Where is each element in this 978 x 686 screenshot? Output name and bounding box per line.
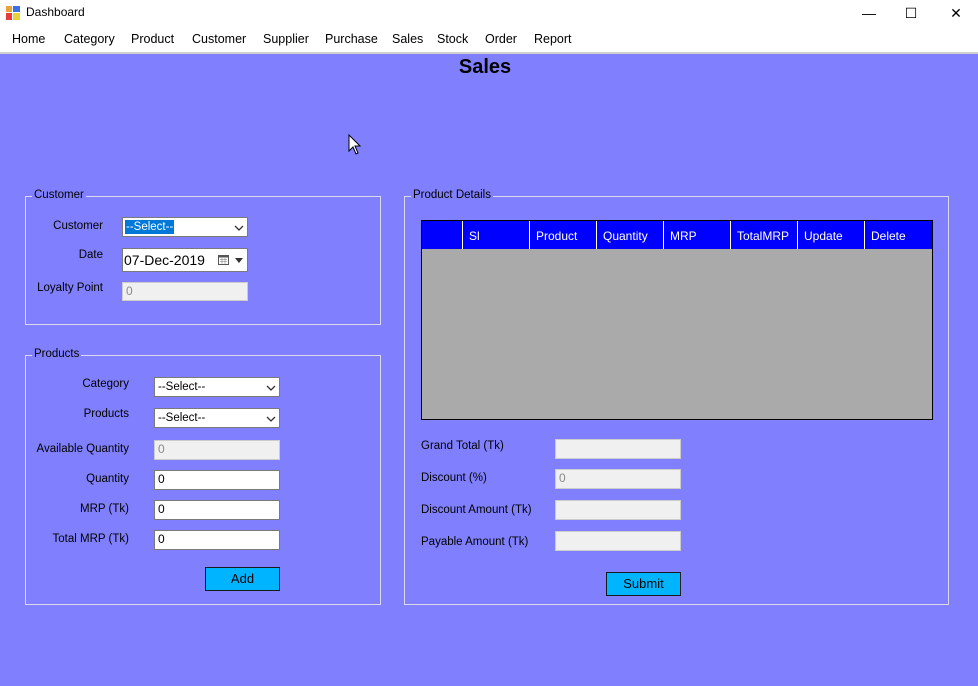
minimize-button[interactable]: — (846, 0, 892, 26)
products-select-value: --Select-- (158, 412, 206, 424)
menu-report[interactable]: Report (534, 32, 572, 46)
menu-customer[interactable]: Customer (192, 32, 246, 46)
product-details-legend: Product Details (411, 189, 493, 201)
product-details-grid[interactable]: Sl Product Quantity MRP TotalMRP Update … (421, 220, 933, 420)
customer-label: Customer (53, 220, 103, 232)
products-label: Products (83, 408, 129, 420)
dropdown-arrow-icon (266, 416, 276, 422)
discount-field[interactable]: 0 (555, 469, 681, 489)
category-select-value: --Select-- (158, 381, 206, 393)
customer-select-value: --Select-- (125, 220, 175, 234)
mrp-label: MRP (Tk) (80, 503, 129, 515)
payable-amount-label: Payable Amount (Tk) (421, 536, 529, 548)
available-quantity-field[interactable]: 0 (154, 440, 280, 460)
grand-total-label: Grand Total (Tk) (421, 440, 504, 452)
sales-form: Sales Customer Customer --Select-- Date … (0, 54, 978, 686)
dropdown-arrow-icon (266, 385, 276, 391)
page-title: Sales (458, 56, 512, 78)
mouse-cursor-icon (348, 134, 362, 155)
dropdown-arrow-icon (234, 225, 244, 231)
grand-total-field[interactable] (555, 439, 681, 459)
menu-supplier[interactable]: Supplier (263, 32, 309, 46)
grid-column-product[interactable]: Product (529, 221, 596, 249)
app-icon (6, 6, 20, 20)
quantity-label: Quantity (86, 473, 129, 485)
customer-group: Customer Customer --Select-- Date 07-Dec… (25, 189, 381, 325)
window-title: Dashboard (26, 5, 85, 19)
maximize-button[interactable]: ☐ (888, 0, 934, 26)
grid-column-mrp[interactable]: MRP (663, 221, 730, 249)
quantity-field[interactable]: 0 (154, 470, 280, 490)
date-picker[interactable]: 07-Dec-2019 (122, 248, 248, 272)
add-button[interactable]: Add (205, 567, 280, 591)
menu-order[interactable]: Order (485, 32, 517, 46)
menu-stock[interactable]: Stock (437, 32, 468, 46)
menu-bar: Home Category Product Customer Supplier … (0, 26, 978, 54)
menu-purchase[interactable]: Purchase (325, 32, 378, 46)
products-group-legend: Products (32, 348, 82, 360)
loyalty-point-field[interactable]: 0 (122, 282, 248, 301)
grid-column-delete[interactable]: Delete (864, 221, 932, 249)
category-label: Category (82, 378, 129, 390)
loyalty-point-label: Loyalty Point (37, 282, 103, 294)
products-select[interactable]: --Select-- (154, 408, 280, 428)
menu-product[interactable]: Product (131, 32, 174, 46)
grid-column-update[interactable]: Update (797, 221, 864, 249)
menu-home[interactable]: Home (12, 32, 45, 46)
grid-column-sl[interactable]: Sl (462, 221, 529, 249)
total-mrp-field[interactable]: 0 (154, 530, 280, 550)
date-label: Date (78, 249, 103, 261)
customer-select[interactable]: --Select-- (122, 217, 248, 237)
mrp-field[interactable]: 0 (154, 500, 280, 520)
grid-column-quantity[interactable]: Quantity (596, 221, 663, 249)
available-quantity-label: Available Quantity (36, 443, 129, 455)
menu-category[interactable]: Category (64, 32, 115, 46)
title-bar: Dashboard — ☐ ✕ (0, 0, 978, 26)
discount-amount-field[interactable] (555, 500, 681, 520)
grid-header: Sl Product Quantity MRP TotalMRP Update … (422, 221, 932, 249)
product-details-group: Product Details Sl Product Quantity MRP … (404, 189, 949, 605)
grid-column-totalmrp[interactable]: TotalMRP (730, 221, 797, 249)
total-mrp-label: Total MRP (Tk) (52, 533, 129, 545)
close-button[interactable]: ✕ (933, 0, 978, 26)
grid-row-header-cell (422, 221, 462, 249)
discount-amount-label: Discount Amount (Tk) (421, 504, 532, 516)
payable-amount-field[interactable] (555, 531, 681, 551)
dropdown-arrow-icon (235, 258, 243, 263)
menu-sales[interactable]: Sales (392, 32, 423, 46)
products-group: Products Category --Select-- Products --… (25, 348, 381, 605)
category-select[interactable]: --Select-- (154, 377, 280, 397)
date-value: 07-Dec-2019 (124, 252, 205, 268)
discount-label: Discount (%) (421, 472, 487, 484)
customer-group-legend: Customer (32, 189, 86, 201)
calendar-icon (218, 255, 229, 265)
submit-button[interactable]: Submit (606, 572, 681, 596)
